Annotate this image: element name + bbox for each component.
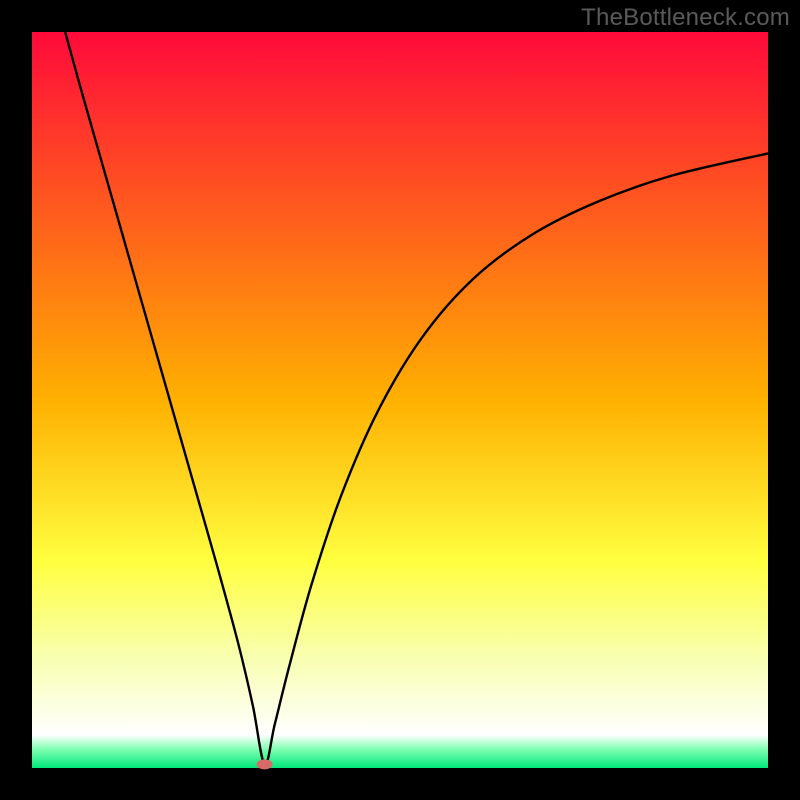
watermark-text: TheBottleneck.com [581,4,790,32]
plot-background [32,32,768,768]
chart-container: { "watermark": "TheBottleneck.com", "cha… [0,0,800,800]
minimum-marker [257,759,273,769]
bottleneck-chart [0,0,800,800]
